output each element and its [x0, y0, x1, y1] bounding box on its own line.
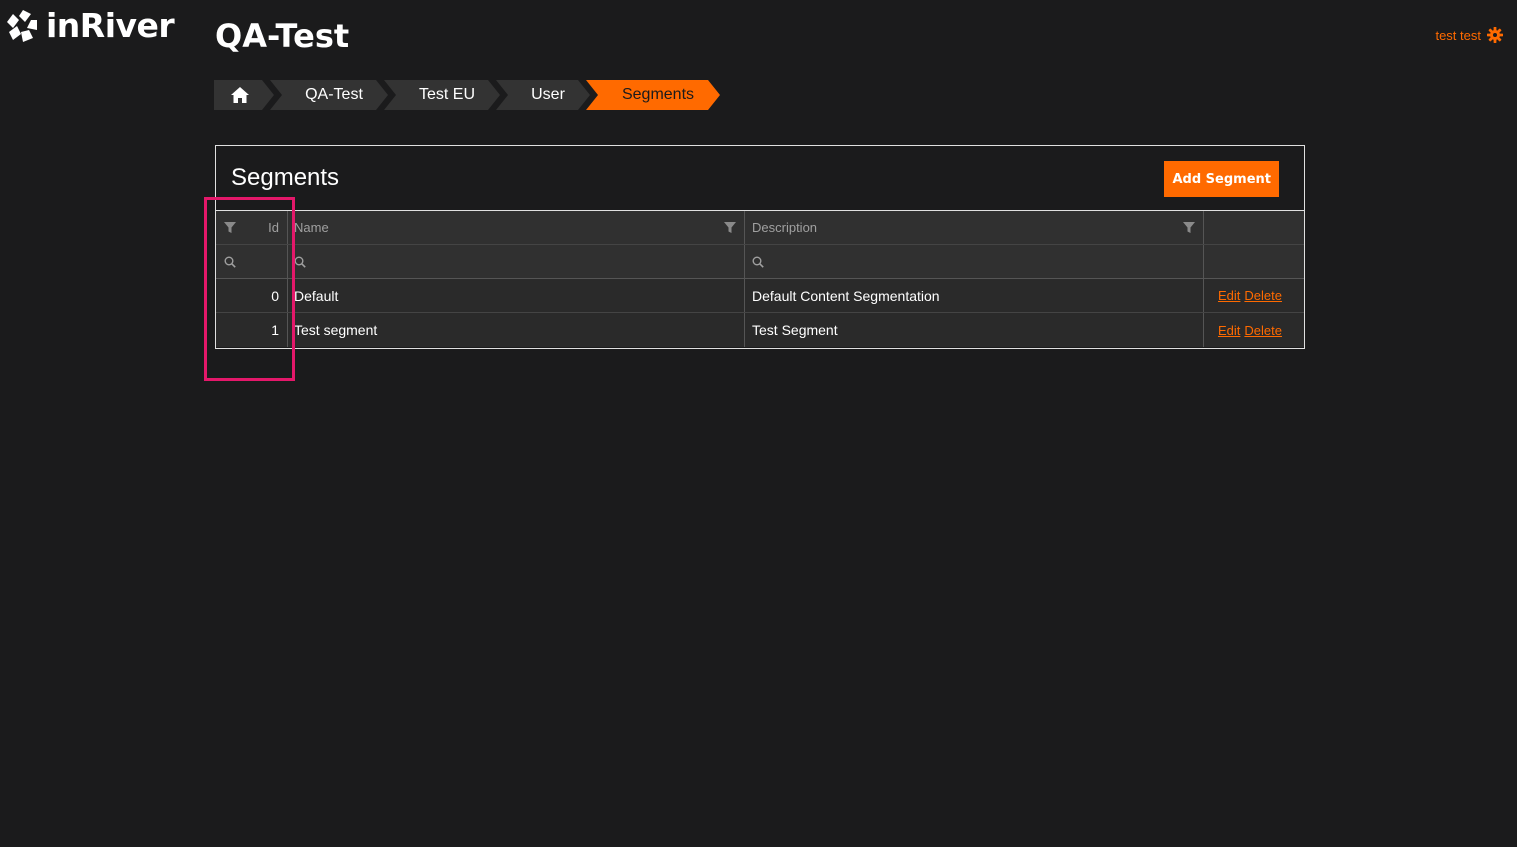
- brand-name: inRiver: [46, 6, 175, 45]
- column-header-description[interactable]: Description: [745, 211, 1204, 244]
- add-segment-button[interactable]: Add Segment: [1164, 161, 1279, 197]
- description-filter-input[interactable]: [745, 245, 1204, 278]
- search-icon: [752, 256, 764, 268]
- inriver-logo-icon: [7, 10, 37, 42]
- breadcrumb: QA-Test Test EU User Segments: [214, 80, 734, 110]
- table-row[interactable]: 0 Default Default Content Segmentation E…: [216, 279, 1304, 313]
- cell-id: 0: [216, 279, 288, 312]
- column-header-label: Name: [294, 220, 329, 235]
- cell-actions: Edit Delete: [1204, 313, 1304, 347]
- edit-link[interactable]: Edit: [1218, 323, 1240, 338]
- cell-id: 1: [216, 313, 288, 347]
- filter-icon[interactable]: [224, 221, 236, 234]
- grid-header-row: Id Name Description: [216, 211, 1304, 245]
- breadcrumb-item-test-eu[interactable]: Test EU: [384, 80, 500, 110]
- breadcrumb-label: QA-Test: [305, 86, 363, 103]
- gear-icon[interactable]: [1487, 27, 1503, 43]
- edit-link[interactable]: Edit: [1218, 288, 1240, 303]
- breadcrumb-label: User: [531, 86, 565, 103]
- panel-header: Segments Add Segment: [216, 146, 1304, 210]
- cell-description: Default Content Segmentation: [745, 279, 1204, 312]
- segments-panel: Segments Add Segment Id Name Description: [215, 145, 1305, 349]
- table-row[interactable]: 1 Test segment Test Segment Edit Delete: [216, 313, 1304, 347]
- home-icon: [230, 86, 250, 104]
- actions-filter-cell: [1204, 245, 1304, 278]
- breadcrumb-item-user[interactable]: User: [496, 80, 590, 110]
- cell-description: Test Segment: [745, 313, 1204, 347]
- brand-logo[interactable]: inRiver: [5, 6, 175, 45]
- delete-link[interactable]: Delete: [1244, 323, 1282, 338]
- search-icon: [224, 256, 236, 268]
- breadcrumb-item-qa-test[interactable]: QA-Test: [270, 80, 388, 110]
- column-header-label: Id: [268, 220, 279, 235]
- panel-title: Segments: [231, 164, 340, 191]
- cell-name: Test segment: [288, 313, 745, 347]
- search-icon: [294, 256, 306, 268]
- grid-filter-row: [216, 245, 1304, 279]
- segments-grid: Id Name Description 0 Default Default Co…: [216, 210, 1304, 347]
- page-title: QA-Test: [215, 17, 350, 55]
- user-menu[interactable]: test test: [1435, 27, 1503, 43]
- breadcrumb-label: Segments: [621, 86, 695, 103]
- column-header-actions: [1204, 211, 1304, 244]
- user-name[interactable]: test test: [1435, 28, 1481, 43]
- breadcrumb-item-segments[interactable]: Segments: [586, 80, 720, 110]
- breadcrumb-label: Test EU: [418, 86, 475, 103]
- filter-icon[interactable]: [1183, 221, 1195, 234]
- delete-link[interactable]: Delete: [1244, 288, 1282, 303]
- id-filter-input[interactable]: [216, 245, 288, 278]
- filter-icon[interactable]: [724, 221, 736, 234]
- cell-name: Default: [288, 279, 745, 312]
- column-header-name[interactable]: Name: [288, 211, 745, 244]
- name-filter-input[interactable]: [288, 245, 745, 278]
- column-header-label: Description: [752, 220, 818, 235]
- breadcrumb-home[interactable]: [214, 80, 274, 110]
- cell-actions: Edit Delete: [1204, 279, 1304, 312]
- column-header-id[interactable]: Id: [216, 211, 288, 244]
